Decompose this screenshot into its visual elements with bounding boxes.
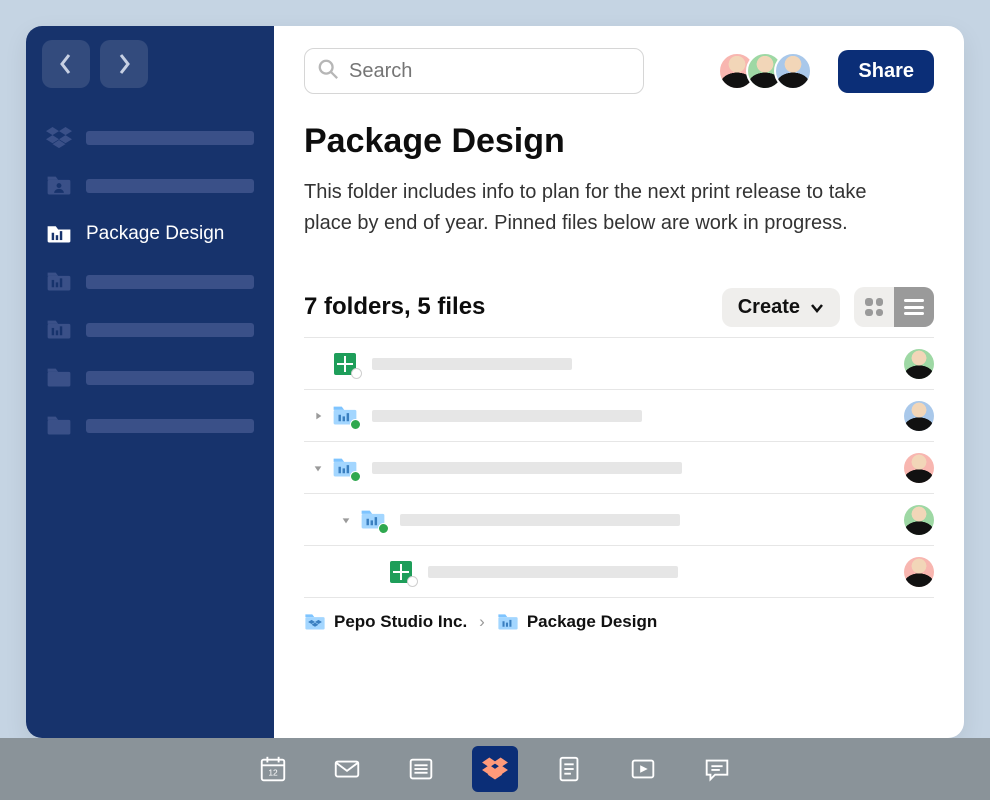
dropbox-icon [46, 127, 72, 149]
dock-mail-button[interactable] [324, 746, 370, 792]
dock-chat-button[interactable] [694, 746, 740, 792]
team-folder-icon [332, 457, 358, 479]
disclosure-closed-icon[interactable] [304, 410, 332, 422]
grid-icon [865, 298, 883, 316]
collaborator-avatars[interactable] [718, 52, 812, 90]
topbar: Share [304, 48, 934, 94]
file-name [372, 358, 572, 370]
share-button[interactable]: Share [838, 50, 934, 93]
breadcrumb-current[interactable]: Package Design [497, 612, 657, 632]
create-button-label: Create [738, 296, 800, 319]
sidebar: Package Design [26, 26, 274, 738]
owner-avatar[interactable] [904, 505, 934, 535]
dock: 12 [0, 738, 990, 800]
owner-avatar[interactable] [904, 349, 934, 379]
view-toggle [854, 287, 934, 327]
file-row[interactable] [304, 494, 934, 546]
file-name [372, 410, 642, 422]
file-row[interactable] [304, 338, 934, 390]
owner-avatar[interactable] [904, 453, 934, 483]
page-title: Package Design [304, 122, 934, 161]
search-box[interactable] [304, 48, 644, 94]
folder-icon [46, 367, 72, 389]
main-panel: Share Package Design This folder include… [274, 26, 964, 738]
file-name [400, 514, 680, 526]
dropbox-folder-icon [304, 613, 326, 631]
sidebar-item-label [86, 179, 254, 193]
sidebar-item-dropbox[interactable] [40, 119, 260, 157]
dock-dropbox-button[interactable] [472, 746, 518, 792]
item-count-label: 7 folders, 5 files [304, 293, 722, 321]
sidebar-item-people[interactable] [40, 167, 260, 205]
sidebar-item-folder-1[interactable] [40, 359, 260, 397]
team-folder-icon [497, 613, 519, 631]
sidebar-item-label: Package Design [86, 223, 224, 245]
file-name [372, 462, 682, 474]
file-row[interactable] [304, 546, 934, 598]
nav-arrows [40, 40, 260, 88]
chevron-down-icon [810, 296, 824, 319]
folder-icon [46, 415, 72, 437]
search-icon [317, 58, 339, 85]
sidebar-item-label [86, 419, 254, 433]
svg-text:12: 12 [268, 768, 278, 778]
sidebar-item-team-1[interactable] [40, 263, 260, 301]
app-window: Package Design [26, 26, 964, 738]
breadcrumb-root[interactable]: Pepo Studio Inc. [304, 612, 467, 632]
create-button[interactable]: Create [722, 288, 840, 327]
dock-doc-button[interactable] [546, 746, 592, 792]
file-name [428, 566, 678, 578]
sidebar-item-label [86, 323, 254, 337]
sidebar-item-package-design[interactable]: Package Design [40, 215, 260, 253]
team-folder-icon [360, 509, 386, 531]
spreadsheet-icon [388, 561, 414, 583]
owner-avatar[interactable] [904, 557, 934, 587]
nav-back-button[interactable] [42, 40, 90, 88]
disclosure-open-icon[interactable] [304, 462, 332, 474]
page-description: This folder includes info to plan for th… [304, 177, 894, 239]
nav-forward-button[interactable] [100, 40, 148, 88]
list-header: 7 folders, 5 files Create [304, 287, 934, 327]
sidebar-item-folder-2[interactable] [40, 407, 260, 445]
file-row[interactable] [304, 442, 934, 494]
spreadsheet-icon [332, 353, 358, 375]
list-view-button[interactable] [894, 287, 934, 327]
chevron-right-icon: › [479, 612, 485, 632]
sidebar-item-team-2[interactable] [40, 311, 260, 349]
team-folder-icon [46, 223, 72, 245]
list-icon [904, 299, 924, 315]
sidebar-item-label [86, 371, 254, 385]
team-folder-icon [332, 405, 358, 427]
breadcrumb: Pepo Studio Inc. › Package Design [304, 612, 934, 632]
dock-list-button[interactable] [398, 746, 444, 792]
person-folder-icon [46, 175, 72, 197]
grid-view-button[interactable] [854, 287, 894, 327]
dock-play-button[interactable] [620, 746, 666, 792]
dock-calendar-button[interactable]: 12 [250, 746, 296, 792]
breadcrumb-label: Pepo Studio Inc. [334, 612, 467, 632]
file-row[interactable] [304, 390, 934, 442]
search-input[interactable] [349, 60, 631, 83]
team-folder-icon [46, 271, 72, 293]
team-folder-icon [46, 319, 72, 341]
file-list [304, 337, 934, 598]
sidebar-item-label [86, 275, 254, 289]
owner-avatar[interactable] [904, 401, 934, 431]
breadcrumb-label: Package Design [527, 612, 657, 632]
avatar[interactable] [774, 52, 812, 90]
disclosure-open-icon[interactable] [332, 514, 360, 526]
sidebar-item-label [86, 131, 254, 145]
